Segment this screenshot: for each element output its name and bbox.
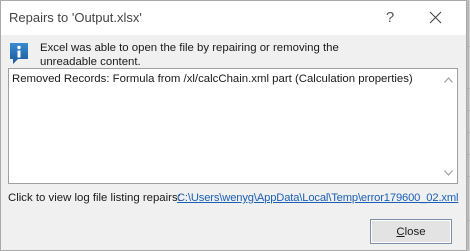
help-button[interactable]: ? — [377, 6, 403, 30]
repairs-dialog: Repairs to 'Output.xlsx' ? Excel was abl… — [0, 0, 467, 251]
chevron-down-icon[interactable] — [440, 164, 457, 181]
dialog-message: Excel was able to open the file by repai… — [40, 42, 339, 68]
information-icon — [8, 41, 30, 65]
repairs-list[interactable]: Removed Records: Formula from /xl/calcCh… — [8, 68, 458, 184]
repair-item: Removed Records: Formula from /xl/calcCh… — [12, 73, 413, 85]
title-bar: Repairs to 'Output.xlsx' ? — [1, 1, 466, 35]
vertical-scrollbar[interactable] — [440, 69, 457, 183]
close-button[interactable]: Close — [370, 219, 452, 244]
dialog-title: Repairs to 'Output.xlsx' — [9, 10, 142, 25]
close-button-mnemonic: C — [396, 225, 405, 238]
chevron-up-icon[interactable] — [440, 71, 457, 88]
log-file-row: Click to view log file listing repairs: … — [8, 191, 468, 205]
close-icon[interactable] — [421, 6, 449, 30]
log-file-label: Click to view log file listing repairs: — [8, 192, 181, 204]
log-file-link[interactable]: C:\Users\wenyg\AppData\Local\Temp\error1… — [177, 191, 459, 205]
close-button-label: lose — [404, 225, 426, 238]
